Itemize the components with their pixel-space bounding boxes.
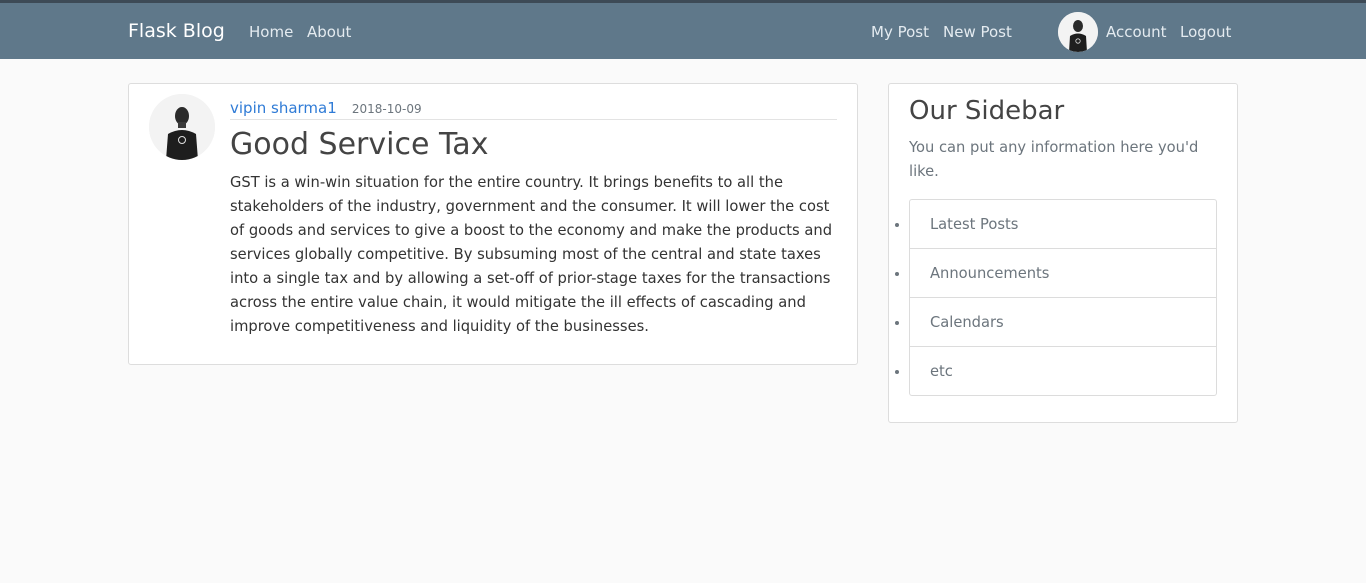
sidebar-item-latest-posts[interactable]: Latest Posts <box>910 200 1216 249</box>
post-content: GST is a win-win situation for the entir… <box>230 174 833 335</box>
nav-about-link[interactable]: About <box>307 23 351 41</box>
post-card: vipin sharma1 2018-10-09 Good Service Ta… <box>128 83 858 365</box>
user-avatar-icon[interactable] <box>1058 12 1098 52</box>
sidebar: Our Sidebar You can put any information … <box>888 83 1238 423</box>
nav-my-post-link[interactable]: My Post <box>871 23 929 41</box>
sidebar-text: You can put any information here you'd l… <box>909 139 1199 180</box>
nav-new-post-link[interactable]: New Post <box>943 23 1012 41</box>
post-date: 2018-10-09 <box>351 102 422 116</box>
sidebar-list: Latest Posts Announcements Calendars etc <box>909 199 1217 396</box>
nav-account-link[interactable]: Account <box>1106 23 1167 41</box>
author-avatar-icon <box>149 94 215 160</box>
sidebar-item-announcements[interactable]: Announcements <box>910 249 1216 298</box>
top-navbar: Flask Blog Home About My Post New Post A… <box>0 3 1366 59</box>
post-meta: vipin sharma1 2018-10-09 <box>230 98 837 120</box>
sidebar-item-calendars[interactable]: Calendars <box>910 298 1216 347</box>
nav-home-link[interactable]: Home <box>249 23 293 41</box>
post-author-link[interactable]: vipin sharma1 <box>230 99 337 117</box>
sidebar-item-etc[interactable]: etc <box>910 347 1216 395</box>
brand-link[interactable]: Flask Blog <box>128 20 225 42</box>
sidebar-title: Our Sidebar <box>909 96 1065 126</box>
nav-logout-link[interactable]: Logout <box>1180 23 1231 41</box>
post-title[interactable]: Good Service Tax <box>230 127 488 162</box>
